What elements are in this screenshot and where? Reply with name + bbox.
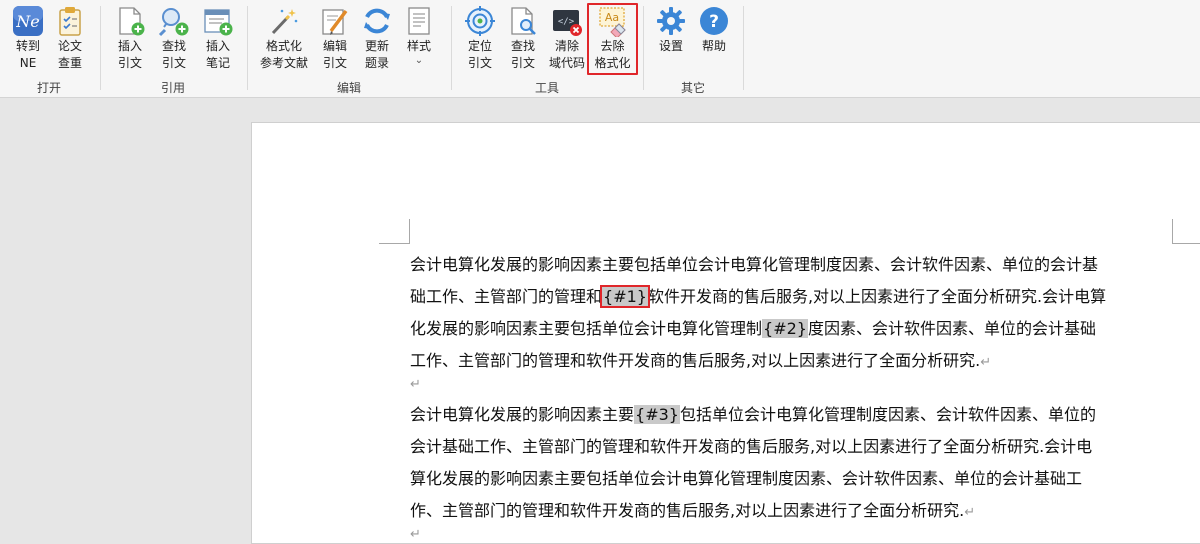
clear-field-code-icon: </>	[553, 10, 582, 36]
group-tools: 定位 引文 查找 引文 </> 清除 域代码 Aa 去除 格式化 工具	[453, 0, 641, 97]
paragraph-2-line-1: 会计电算化发展的影响因素主要{#3}包括单位会计电算化管理制度因素、会计软件因素…	[410, 405, 1096, 424]
remove-formatting-label-1: 去除	[600, 39, 625, 53]
svg-text:Aa: Aa	[604, 11, 618, 24]
gear-icon	[657, 7, 685, 35]
locate-citation-button[interactable]: 定位 引文	[456, 3, 504, 75]
goto-ne-button[interactable]: Ne 转到 NE	[4, 3, 52, 75]
format-bibliography-label-1: 格式化	[265, 39, 302, 53]
update-records-label-2: 题录	[364, 56, 389, 70]
group-citation-label: 引用	[160, 81, 185, 95]
refresh-icon	[364, 8, 390, 34]
plagiarism-check-label-1: 论文	[57, 39, 82, 53]
group-edit-label: 编辑	[336, 81, 361, 95]
group-divider	[451, 6, 452, 90]
margin-corner-left	[379, 219, 410, 244]
help-button[interactable]: ? 帮助	[690, 3, 738, 75]
paragraph-1-line-2: 础工作、主管部门的管理和{#1}软件开发商的售后服务,对以上因素进行了全面分析研…	[410, 285, 1107, 308]
insert-citation-label-2: 引文	[117, 56, 142, 70]
paragraph-mark: ↵	[964, 505, 976, 520]
remove-formatting-icon: Aa	[598, 7, 626, 37]
help-label: 帮助	[701, 39, 726, 53]
empty-paragraph-mark: ↵	[410, 377, 421, 392]
goto-ne-label-2: NE	[19, 56, 37, 70]
paragraph-1-line-1: 会计电算化发展的影响因素主要包括单位会计电算化管理制度因素、会计软件因素、单位的…	[410, 255, 1099, 274]
document-area: 会计电算化发展的影响因素主要包括单位会计电算化管理制度因素、会计软件因素、单位的…	[0, 98, 1200, 544]
search-citation-label-1: 查找	[161, 39, 186, 53]
insert-citation-icon	[119, 7, 145, 36]
citation-field-1[interactable]: {#1}	[600, 285, 650, 308]
clear-field-code-label-2: 域代码	[548, 56, 585, 70]
goto-ne-label-1: 转到	[15, 39, 40, 53]
citation-field-2[interactable]: {#2}	[762, 319, 808, 338]
style-dropdown-button[interactable]: 样式 ⌄	[395, 3, 443, 75]
paragraph-2-line-4: 作、主管部门的管理和软件开发商的售后服务,对以上因素进行了全面分析研究.↵	[410, 501, 976, 520]
insert-note-label-1: 插入	[205, 39, 230, 53]
remove-formatting-button[interactable]: Aa 去除 格式化	[587, 3, 638, 75]
paragraph-2-line-3: 算化发展的影响因素主要包括单位会计电算化管理制度因素、会计软件因素、单位的会计基…	[410, 469, 1083, 488]
style-document-icon	[408, 7, 430, 35]
settings-label: 设置	[658, 39, 683, 53]
search-citation-label-2: 引文	[161, 56, 186, 70]
group-open-label: 打开	[36, 81, 61, 95]
edit-citation-icon	[322, 9, 348, 35]
plagiarism-check-button[interactable]: 论文 查重	[46, 3, 94, 75]
ne-logo-icon: Ne	[13, 6, 43, 36]
clipboard-check-icon	[59, 7, 81, 36]
locate-citation-label-2: 引文	[467, 56, 492, 70]
target-icon	[465, 6, 495, 36]
search-citation-button[interactable]: 查找 引文	[150, 3, 198, 75]
insert-note-icon	[204, 9, 233, 36]
plagiarism-check-label-2: 查重	[57, 56, 82, 70]
edit-citation-label-2: 引文	[322, 56, 347, 70]
group-other-label: 其它	[680, 81, 705, 95]
group-other: 设置 ? 帮助 其它	[645, 0, 741, 97]
search-citation-icon	[158, 8, 189, 37]
group-citation: 插入 引文 查找 引文 插入 笔记 引用	[102, 0, 244, 97]
group-open: Ne 转到 NE 论文 查重 打开	[0, 0, 98, 97]
insert-note-label-2: 笔记	[205, 56, 230, 70]
paragraph-2-line-2: 会计基础工作、主管部门的管理和软件开发商的售后服务,对以上因素进行了全面分析研究…	[410, 437, 1093, 456]
paragraph-2[interactable]: 会计电算化发展的影响因素主要{#3}包括单位会计电算化管理制度因素、会计软件因素…	[410, 399, 1175, 529]
ribbon-toolbar: Ne 转到 NE 论文 查重 打开 插入 引文 查找 引文 插入 笔记 引用 格…	[0, 0, 1200, 98]
paragraph-1[interactable]: 会计电算化发展的影响因素主要包括单位会计电算化管理制度因素、会计软件因素、单位的…	[410, 249, 1175, 379]
update-records-label-1: 更新	[364, 39, 389, 53]
group-divider	[743, 6, 744, 90]
svg-text:?: ?	[709, 12, 719, 32]
clear-field-code-button[interactable]: </> 清除 域代码	[543, 3, 591, 75]
locate-citation-label-1: 定位	[467, 39, 492, 53]
document-page[interactable]: 会计电算化发展的影响因素主要包括单位会计电算化管理制度因素、会计软件因素、单位的…	[251, 122, 1200, 544]
edit-citation-button[interactable]: 编辑 引文	[311, 3, 359, 75]
citation-field-3[interactable]: {#3}	[634, 405, 680, 424]
insert-citation-button[interactable]: 插入 引文	[106, 3, 154, 75]
find-citation-label-1: 查找	[510, 39, 535, 53]
format-bibliography-button[interactable]: 格式化 参考文献	[255, 3, 313, 75]
group-edit: 格式化 参考文献 编辑 引文 更新 题录 样式 ⌄ 编辑	[249, 0, 449, 97]
find-citation-button[interactable]: 查找 引文	[499, 3, 547, 75]
paragraph-1-line-3: 化发展的影响因素主要包括单位会计电算化管理制{#2}度因素、会计软件因素、单位的…	[410, 319, 1096, 338]
help-icon: ?	[700, 7, 728, 35]
format-bibliography-label-2: 参考文献	[259, 56, 308, 70]
chevron-down-icon: ⌄	[414, 55, 424, 66]
settings-button[interactable]: 设置	[647, 3, 695, 75]
insert-note-button[interactable]: 插入 笔记	[194, 3, 242, 75]
svg-text:Ne: Ne	[15, 12, 39, 31]
group-divider	[643, 6, 644, 90]
paragraph-1-line-4: 工作、主管部门的管理和软件开发商的售后服务,对以上因素进行了全面分析研究.↵	[410, 351, 992, 370]
insert-citation-label-1: 插入	[117, 39, 142, 53]
magic-wand-icon	[271, 9, 298, 35]
find-citation-label-2: 引文	[510, 56, 535, 70]
clear-field-code-label-1: 清除	[554, 39, 579, 53]
group-tools-label: 工具	[534, 81, 559, 95]
group-divider	[247, 6, 248, 90]
update-records-button[interactable]: 更新 题录	[353, 3, 401, 75]
empty-paragraph-mark: ↵	[410, 527, 421, 542]
remove-formatting-label-2: 格式化	[594, 56, 631, 70]
edit-citation-label-1: 编辑	[322, 39, 347, 53]
paragraph-mark: ↵	[980, 355, 992, 370]
margin-corner-right	[1172, 219, 1200, 244]
style-label: 样式	[406, 39, 431, 53]
find-document-icon	[511, 7, 536, 35]
group-divider	[100, 6, 101, 90]
